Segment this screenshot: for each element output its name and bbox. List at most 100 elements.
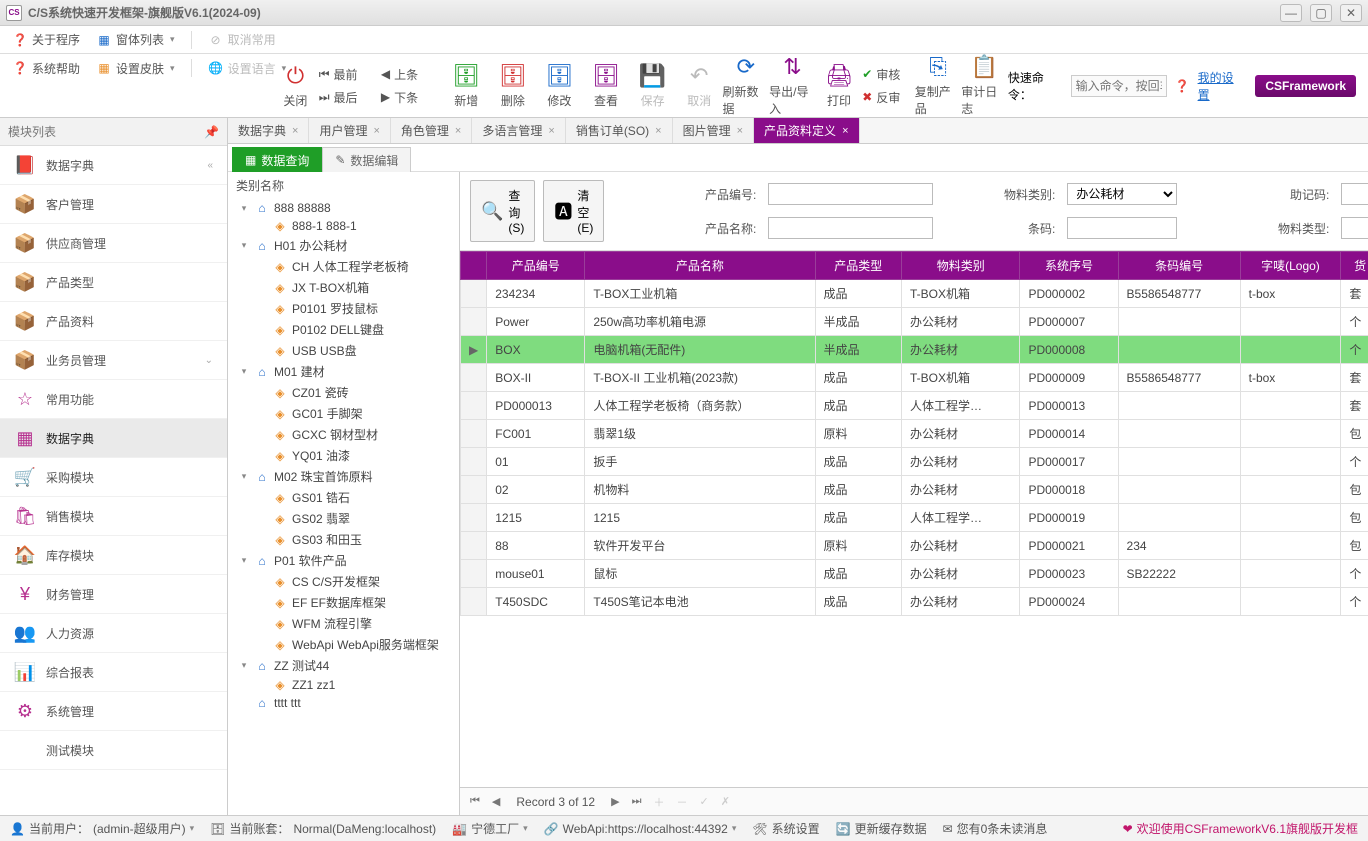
sidebar-item-9[interactable]: 🛍销售模块 — [0, 497, 227, 536]
cell[interactable]: 成品 — [815, 504, 902, 532]
doc-tab-3[interactable]: 多语言管理× — [472, 118, 565, 143]
print-button[interactable]: 🖨打印 — [816, 63, 863, 109]
cell[interactable] — [1118, 392, 1240, 420]
tree-node[interactable]: ◈P0102 DELL键盘 — [228, 319, 459, 340]
close-tab-icon[interactable]: × — [842, 125, 848, 137]
tree-node[interactable]: ◈USB USB盘 — [228, 340, 459, 361]
cell[interactable]: FC001 — [487, 420, 585, 448]
cell[interactable]: 鼠标 — [585, 560, 815, 588]
input-barcode[interactable] — [1067, 217, 1177, 239]
cell[interactable]: 办公耗材 — [902, 420, 1020, 448]
tree-twisty[interactable]: ▾ — [238, 203, 250, 214]
cell[interactable]: PD000008 — [1020, 336, 1118, 364]
col-header[interactable]: 物料类别 — [902, 252, 1020, 280]
select-mat-class[interactable]: 办公耗材 — [1067, 183, 1177, 205]
cell[interactable]: mouse01 — [487, 560, 585, 588]
cell[interactable]: 人体工程学… — [902, 504, 1020, 532]
cell[interactable]: 包 — [1341, 476, 1368, 504]
cell[interactable]: T450S笔记本电池 — [585, 588, 815, 616]
about-button[interactable]: ❓关于程序 — [8, 29, 84, 50]
sidebar-item-7[interactable]: ▦数据字典 — [0, 419, 227, 458]
search-button[interactable]: 🔍查询(S) — [470, 180, 535, 242]
save-button[interactable]: 💾保存 — [629, 63, 676, 109]
tree-node[interactable]: ▾⌂M01 建材 — [228, 361, 459, 382]
cell[interactable]: PD000024 — [1020, 588, 1118, 616]
col-header[interactable]: 产品类型 — [815, 252, 902, 280]
sb-unread[interactable]: ✉您有0条未读消息 — [943, 820, 1048, 837]
copy-product-button[interactable]: ⎘复制产品 — [915, 54, 962, 117]
table-row[interactable]: T450SDCT450S笔记本电池成品办公耗材PD000024个 — [461, 588, 1368, 616]
cell[interactable]: 套 — [1341, 392, 1368, 420]
sidebar-item-14[interactable]: ⚙系统管理 — [0, 692, 227, 731]
skin-dropdown[interactable]: ▦设置皮肤 — [92, 58, 179, 79]
window-list-dropdown[interactable]: ▦窗体列表 — [92, 29, 179, 50]
cell[interactable] — [1118, 336, 1240, 364]
col-header[interactable]: 产品名称 — [585, 252, 815, 280]
col-header[interactable]: 产品编号 — [487, 252, 585, 280]
cell[interactable]: 包 — [1341, 532, 1368, 560]
cell[interactable]: 成品 — [815, 448, 902, 476]
doc-tab-0[interactable]: 数据字典× — [228, 118, 309, 143]
tree-node[interactable]: ◈CS C/S开发框架 — [228, 571, 459, 592]
cell[interactable]: 机物料 — [585, 476, 815, 504]
sidebar-item-5[interactable]: 📦业务员管理⌄ — [0, 341, 227, 380]
cell[interactable]: 01 — [487, 448, 585, 476]
cell[interactable]: PD000018 — [1020, 476, 1118, 504]
cell[interactable]: 包 — [1341, 504, 1368, 532]
cell[interactable] — [1118, 476, 1240, 504]
cell[interactable]: SB22222 — [1118, 560, 1240, 588]
cell[interactable]: 办公耗材 — [902, 448, 1020, 476]
tree-twisty[interactable]: ▾ — [238, 240, 250, 251]
tree-node[interactable]: ◈888-1 888-1 — [228, 217, 459, 235]
cell[interactable] — [1240, 336, 1341, 364]
cell[interactable]: T-BOX-II 工业机箱(2023款) — [585, 364, 815, 392]
cell[interactable]: 1215 — [487, 504, 585, 532]
input-mnemonic[interactable] — [1341, 183, 1368, 205]
cell[interactable]: PD000023 — [1020, 560, 1118, 588]
doc-tab-1[interactable]: 用户管理× — [309, 118, 390, 143]
close-tab-icon[interactable]: × — [455, 125, 461, 137]
tree-node[interactable]: ◈CZ01 瓷砖 — [228, 382, 459, 403]
cell[interactable]: 成品 — [815, 364, 902, 392]
cell[interactable] — [1240, 420, 1341, 448]
select-mat-type[interactable] — [1341, 217, 1368, 239]
tree-node[interactable]: ◈P0101 罗技鼠标 — [228, 298, 459, 319]
input-prod-name[interactable] — [768, 217, 933, 239]
cell[interactable] — [1118, 308, 1240, 336]
cell[interactable]: 个 — [1341, 308, 1368, 336]
cell[interactable]: 个 — [1341, 336, 1368, 364]
cell[interactable]: 人体工程学… — [902, 392, 1020, 420]
cell[interactable]: 套 — [1341, 280, 1368, 308]
tree-node[interactable]: ◈GC01 手脚架 — [228, 403, 459, 424]
minimize-button[interactable]: — — [1280, 4, 1302, 22]
table-row[interactable]: ▶BOX电脑机箱(无配件)半成品办公耗材PD000008个 — [461, 336, 1368, 364]
quick-cmd-input[interactable] — [1071, 75, 1167, 97]
cell[interactable]: 套 — [1341, 364, 1368, 392]
cell[interactable]: 成品 — [815, 280, 902, 308]
view-button[interactable]: 🗄查看 — [583, 63, 630, 109]
nav-first-btn[interactable]: ⏮ — [468, 795, 482, 808]
cell[interactable]: 成品 — [815, 476, 902, 504]
cell[interactable]: 234 — [1118, 532, 1240, 560]
cell[interactable]: 半成品 — [815, 336, 902, 364]
cell[interactable]: PD000021 — [1020, 532, 1118, 560]
close-tab-icon[interactable]: × — [548, 125, 554, 137]
cell[interactable]: 88 — [487, 532, 585, 560]
table-row[interactable]: 02机物料成品办公耗材PD000018包 — [461, 476, 1368, 504]
delete-button[interactable]: 🗄删除 — [490, 63, 537, 109]
cell[interactable] — [1240, 448, 1341, 476]
cell[interactable]: 02 — [487, 476, 585, 504]
cell[interactable]: PD000019 — [1020, 504, 1118, 532]
sb-update-cache[interactable]: 🔄更新缓存数据 — [836, 820, 927, 837]
cell[interactable]: PD000017 — [1020, 448, 1118, 476]
col-header[interactable]: 字唛(Logo) — [1240, 252, 1341, 280]
cell[interactable]: 软件开发平台 — [585, 532, 815, 560]
sb-system-settings[interactable]: 🛠系统设置 — [752, 820, 819, 837]
nav-prev[interactable]: ◀上条 — [381, 66, 443, 83]
cell[interactable] — [1240, 504, 1341, 532]
sidebar-item-2[interactable]: 📦供应商管理 — [0, 224, 227, 263]
language-dropdown[interactable]: 🌐设置语言 — [204, 58, 291, 79]
cell[interactable] — [1118, 588, 1240, 616]
tree-node[interactable]: ▾⌂ZZ 测试44 — [228, 655, 459, 676]
nav-cancel-btn[interactable]: ✗ — [719, 795, 732, 808]
